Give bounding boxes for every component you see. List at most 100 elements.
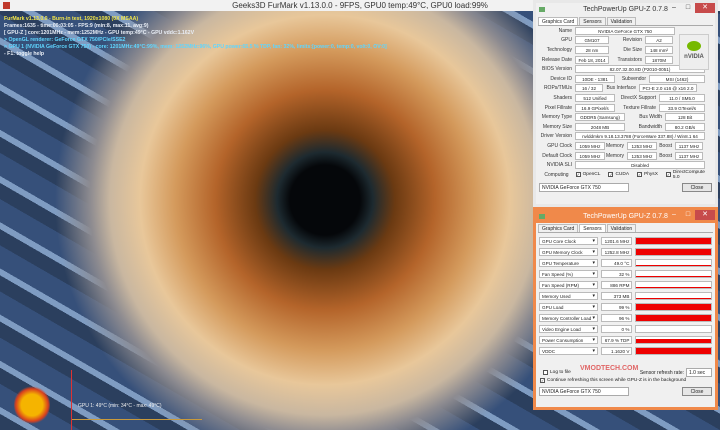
sensor-graph (635, 346, 712, 355)
tab-sensors[interactable]: Sensors (579, 224, 606, 232)
physx-checkbox[interactable]: ✓ PhysX (633, 171, 662, 178)
boost-field[interactable]: 1137 MHz (675, 141, 703, 150)
log-to-file-checkbox[interactable]: Log to file (539, 369, 575, 376)
memory-size-field[interactable]: 2048 MB (575, 122, 625, 131)
directx-field[interactable]: 11.0 / SM5.0 (659, 93, 705, 102)
die-size-field[interactable]: 148 mm² (645, 45, 673, 54)
sensor-name-dropdown[interactable]: Memory Controller Load (539, 313, 598, 322)
opencl-checkbox[interactable]: ✓ OpenCL (572, 171, 605, 178)
technology-field[interactable]: 28 nm (575, 45, 609, 54)
minimize-button[interactable]: – (667, 210, 681, 220)
label: Texture Fillrate (623, 104, 656, 111)
maximize-button[interactable]: □ (681, 210, 695, 220)
memory-clock-field[interactable]: 1253 MHz (627, 141, 657, 150)
furmark-logo-icon (14, 385, 50, 425)
checkbox-label: Log to file (550, 370, 571, 375)
tab-sensors[interactable]: Sensors (579, 17, 606, 25)
tab-validation[interactable]: Validation (606, 224, 637, 232)
sensor-name-dropdown[interactable]: GPU Temperature (539, 258, 598, 267)
sensor-name-dropdown[interactable]: VDDC (539, 346, 598, 355)
transistors-field[interactable]: 1870M (645, 55, 673, 64)
label: Computing (544, 171, 569, 178)
sensor-row: Video Engine Load0 % (536, 323, 715, 334)
tab-graphics-card[interactable]: Graphics Card (538, 17, 579, 25)
gpu-select[interactable]: NVIDIA GeForce GTX 750 (539, 182, 629, 192)
sensor-row: Power Consumption67.9 % TDP (536, 334, 715, 345)
sensor-row: VDDC1.1620 V (536, 345, 715, 356)
bus-field[interactable]: PCI-E 2.0 x16 @ x16 2.0 (639, 84, 697, 93)
sensor-name-dropdown[interactable]: GPU Core Clock (539, 236, 598, 245)
gpuz-window-sensors: TechPowerUp GPU-Z 0.7.8– □ ✕ Graphics Card… (533, 207, 718, 410)
rops-field[interactable]: 16 / 32 (575, 84, 603, 93)
subvendor-field[interactable]: MSI (1462) (649, 74, 705, 83)
sensor-graph-fill (636, 303, 711, 310)
bandwidth-field[interactable]: 80.2 GB/s (665, 122, 705, 131)
sensor-name-dropdown[interactable]: Video Engine Load (539, 324, 598, 333)
directcompute-checkbox[interactable]: ✓ DirectCompute 5.0 (662, 169, 712, 181)
revision-field[interactable]: A2 (645, 36, 673, 45)
sensor-row: GPU Memory Clock1252.8 MHz (536, 246, 715, 257)
label: Die Size (623, 46, 642, 53)
default-boost-field[interactable]: 1137 MHz (675, 151, 703, 160)
release-date-field[interactable]: Feb 18, 2014 (575, 55, 609, 64)
tab-graphics-card[interactable]: Graphics Card (538, 224, 579, 232)
texture-fillrate-field[interactable]: 33.9 GTexel/s (659, 103, 705, 112)
default-clock-field[interactable]: 1059 MHz (575, 151, 605, 160)
gpu-field[interactable]: GM107 (575, 36, 609, 45)
memory-type-field[interactable]: GDDR5 (Samsung) (575, 113, 625, 122)
gpu-select[interactable]: NVIDIA GeForce GTX 750 (539, 387, 629, 396)
name-field[interactable]: NVIDIA GeForce GTX 750 (575, 26, 675, 35)
temp-graph-line (72, 410, 202, 420)
sensor-row: GPU Load99 % (536, 301, 715, 312)
continue-refreshing-checkbox[interactable]: ✓ Continue refreshing this screen while G… (536, 377, 715, 384)
label: BIOS Version (541, 66, 572, 73)
osd-line: - F1: toggle help (4, 51, 45, 57)
gpuz-titlebar: TechPowerUp GPU-Z 0.7.8– □ ✕ (536, 210, 715, 223)
sensor-name-dropdown[interactable]: GPU Load (539, 302, 598, 311)
sensor-graph (635, 247, 712, 256)
sensor-graph (635, 324, 712, 333)
checkbox-label: OpenCL (582, 172, 601, 178)
sensor-name-dropdown[interactable]: Memory Used (539, 291, 598, 300)
minimize-button[interactable]: – (667, 3, 681, 13)
sensor-row: GPU Core Clock1201.6 MHz (536, 235, 715, 246)
checkbox-label: Continue refreshing this screen while GP… (547, 378, 687, 383)
osd-line: FurMark v1.13.0.0 - Burn-in test, 1920x1… (4, 16, 139, 22)
sensor-value: 886 RPM (600, 280, 633, 289)
sensor-name-dropdown[interactable]: Fan Speed (RPM) (539, 280, 598, 289)
sensor-graph-fill (636, 237, 711, 244)
logo-text: nVIDIA (684, 54, 704, 60)
sensor-name-dropdown[interactable]: GPU Memory Clock (539, 247, 598, 256)
default-memory-field[interactable]: 1253 MHz (627, 151, 657, 160)
pixel-fillrate-field[interactable]: 16.9 GPixel/s (575, 103, 615, 112)
close-button[interactable]: Close (682, 387, 712, 396)
sensor-graph-fill (636, 338, 711, 343)
sensor-graph (635, 258, 712, 267)
furmark-app-icon (3, 2, 10, 9)
close-window-button[interactable]: ✕ (695, 3, 715, 13)
close-button[interactable]: Close (682, 182, 712, 192)
maximize-button[interactable]: □ (681, 3, 695, 13)
sensor-graph (635, 335, 712, 344)
label: GPU (561, 37, 572, 44)
sensor-value: 67.9 % TDP (600, 335, 633, 344)
checkbox-label: DirectCompute 5.0 (672, 169, 705, 180)
tab-validation[interactable]: Validation (606, 17, 637, 25)
sensor-name-dropdown[interactable]: Power Consumption (539, 335, 598, 344)
sensor-value: 0 % (600, 324, 633, 333)
sensor-name-dropdown[interactable]: Fan Speed (%) (539, 269, 598, 278)
label: Release Date (541, 56, 572, 63)
shaders-field[interactable]: 512 Unified (575, 93, 615, 102)
device-id-field[interactable]: 10DE - 1381 (575, 74, 615, 83)
label: Device ID (550, 75, 572, 82)
label: Name (558, 27, 572, 34)
driver-field[interactable]: nvlddmkm 9.18.13.3788 (ForceWare 337.88)… (575, 132, 705, 141)
label: Bus Width (639, 114, 662, 121)
bus-width-field[interactable]: 128 Bit (665, 113, 705, 122)
close-window-button[interactable]: ✕ (695, 210, 715, 220)
gpu-clock-field[interactable]: 1059 MHz (575, 141, 605, 150)
sensor-graph (635, 291, 712, 300)
refresh-rate-select[interactable]: 1.0 sec (686, 368, 712, 377)
sensor-row: GPU Temperature49.0 °C (536, 257, 715, 268)
cuda-checkbox[interactable]: ✓ CUDA (604, 171, 633, 178)
